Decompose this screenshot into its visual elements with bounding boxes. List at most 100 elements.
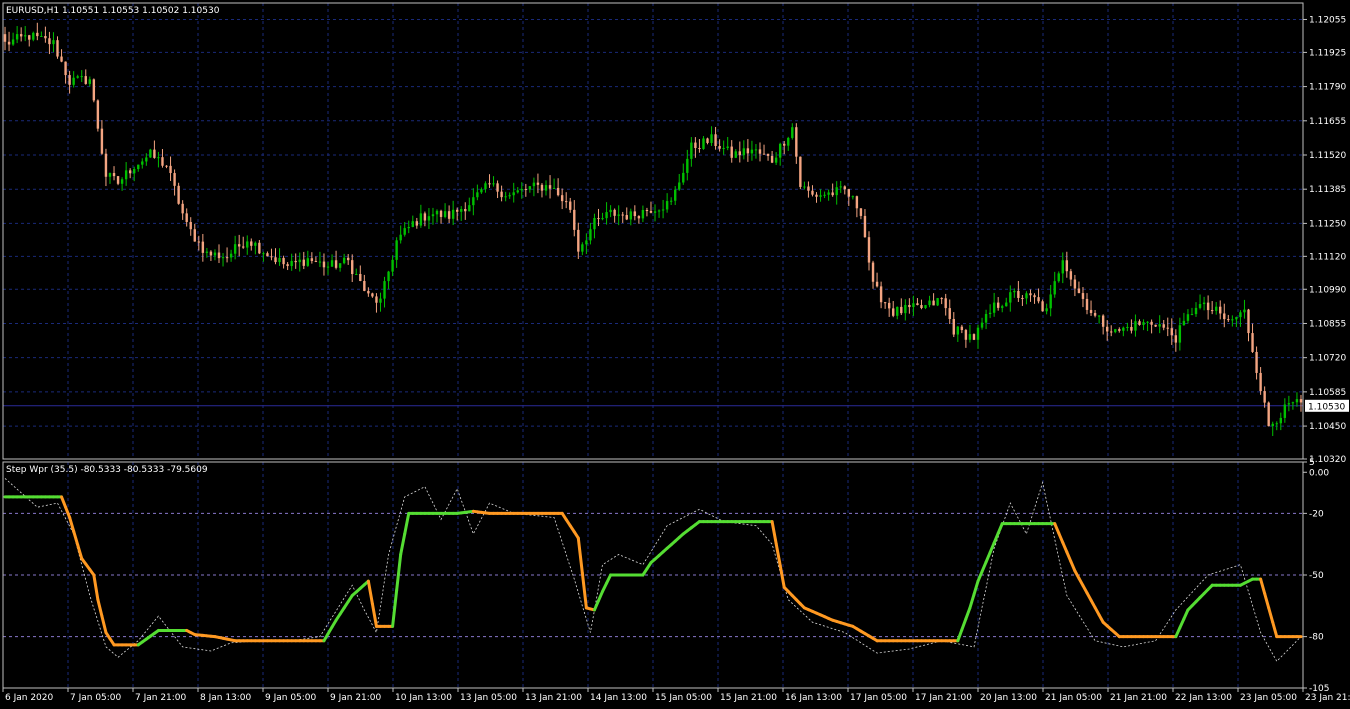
candle-body <box>460 208 463 212</box>
candle-body <box>835 187 838 196</box>
candle-body <box>1065 260 1069 272</box>
candle-body <box>100 128 104 154</box>
candle-body <box>464 208 467 212</box>
candle-body <box>1263 391 1266 403</box>
candle-body <box>246 241 249 248</box>
candle-body <box>88 79 92 84</box>
candle-body <box>468 205 471 212</box>
candle-body <box>270 256 273 258</box>
candle-body <box>173 173 176 186</box>
candle-body <box>807 186 810 191</box>
candle-body <box>201 241 205 253</box>
candle-body <box>964 330 968 340</box>
candle-body <box>746 148 750 154</box>
candle-body <box>92 79 96 101</box>
candle-body <box>1190 314 1194 316</box>
time-tick-label: 13 Jan 21:00 <box>525 693 582 703</box>
candle-body <box>863 215 867 238</box>
candle-body <box>286 264 289 267</box>
price-tick-label: 1.10720 <box>1309 354 1346 364</box>
candle-body <box>1150 321 1153 325</box>
candle-body <box>504 196 507 198</box>
candle-body <box>1041 301 1044 312</box>
candle-body <box>451 209 455 219</box>
candle-body <box>112 173 116 177</box>
price-tick-label: 1.12055 <box>1309 15 1346 25</box>
candle-body <box>1158 324 1161 327</box>
candle-body <box>1210 310 1214 312</box>
candle-body <box>847 189 851 197</box>
candle-body <box>1126 326 1129 328</box>
time-tick-label: 21 Jan 05:00 <box>1045 693 1102 703</box>
time-tick-label: 23 Jan 05:00 <box>1240 693 1297 703</box>
candle-body <box>447 211 451 219</box>
candle-body <box>1194 307 1198 315</box>
candle-body <box>145 157 148 162</box>
candle-body <box>1073 279 1077 289</box>
candle-body <box>387 271 390 282</box>
candle-body <box>528 186 532 190</box>
candle-body <box>19 34 23 37</box>
candle-body <box>177 185 180 204</box>
candle-body <box>1170 328 1173 336</box>
time-tick-label: 8 Jan 13:00 <box>200 693 252 703</box>
candle-body <box>359 273 362 281</box>
candle-body <box>932 300 935 306</box>
candle-body <box>1235 317 1238 320</box>
candle-body <box>936 298 939 306</box>
candle-body <box>435 210 439 215</box>
candle-body <box>367 290 370 294</box>
trading-chart[interactable]: 1.12055 1.11925 1.11790 1.11655 1.11520 1.113… <box>0 0 1350 709</box>
candle-body <box>411 221 414 228</box>
candle-body <box>887 302 891 309</box>
candle-body <box>992 302 996 313</box>
candle-body <box>996 302 1000 308</box>
candle-body <box>831 192 834 196</box>
candle-body <box>633 211 637 217</box>
candle-body <box>1162 324 1165 328</box>
candle-body <box>1057 273 1060 282</box>
candle-body <box>783 143 786 146</box>
candle-body <box>431 214 435 217</box>
candle-body <box>524 189 528 191</box>
candle-body <box>815 194 818 197</box>
candle-body <box>391 259 394 272</box>
candle-body <box>912 303 915 308</box>
candle-body <box>742 148 746 156</box>
price-tick-label: 1.11520 <box>1309 151 1346 161</box>
candle-body <box>613 209 616 216</box>
candle-body <box>629 211 632 220</box>
candle-body <box>1009 292 1012 303</box>
candle-body <box>298 259 301 263</box>
time-tick-label: 20 Jan 13:00 <box>980 693 1037 703</box>
candle-body <box>346 257 350 261</box>
candle-body <box>508 195 511 197</box>
candle-body <box>181 203 184 214</box>
candle-body <box>153 149 156 158</box>
candle-body <box>1202 302 1206 305</box>
time-tick-label: 9 Jan 05:00 <box>265 693 317 703</box>
candle-body <box>488 183 491 185</box>
candle-body <box>585 240 588 245</box>
candle-body <box>242 246 245 248</box>
candle-body <box>484 183 487 190</box>
candle-body <box>686 158 689 173</box>
candle-body <box>1247 309 1250 334</box>
candle-body <box>476 192 479 198</box>
candle-body <box>209 251 213 256</box>
candle-body <box>649 210 653 213</box>
candle-body <box>3 34 7 42</box>
candle-body <box>157 157 160 159</box>
candle-body <box>601 218 604 220</box>
candle-body <box>940 298 943 300</box>
candle-body <box>205 251 209 253</box>
candle-body <box>1239 312 1242 318</box>
candle-body <box>250 241 253 246</box>
candle-body <box>334 260 338 268</box>
candle-body <box>1089 309 1093 314</box>
candle-body <box>674 189 677 201</box>
candle-body <box>952 318 955 335</box>
time-tick-label: 9 Jan 21:00 <box>330 693 382 703</box>
candle-body <box>383 281 386 299</box>
candle-body <box>11 39 15 45</box>
